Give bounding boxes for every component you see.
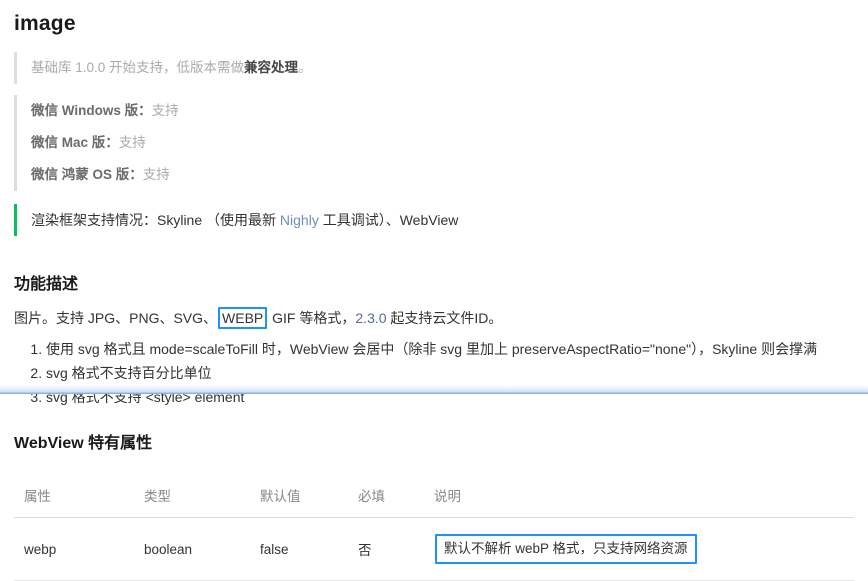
cell-attribute-name: webp [14,517,134,581]
table-header-row: 属性 类型 默认值 必填 说明 [14,479,854,518]
nightly-tool-link[interactable]: Nighly [280,212,319,228]
blockquote-windows-support: 微信 Windows 版：支持 [14,95,868,127]
base-library-compat-emphasis: 兼容处理 [244,60,299,75]
render-support-suffix: 工具调试）、WebView [318,212,459,228]
blockquote-base-library: 基础库 1.0.0 开始支持，低版本需做兼容处理。 [14,52,868,84]
blockquote-render-framework-support: 渲染框架支持情况：Skyline （使用最新 Nighly 工具调试）、WebV… [14,204,868,236]
feature-notes-list: 使用 svg 格式且 mode=scaleToFill 时，WebView 会居… [0,337,868,409]
feature-desc-before: 图片。支持 JPG、PNG、SVG、 [14,310,218,326]
section-divider-band [0,385,868,394]
cell-description: 默认不解析 webP 格式，只支持网络资源 [424,517,854,581]
cell-default-value: false [250,517,348,581]
support-notes-group: 基础库 1.0.0 开始支持，低版本需做兼容处理。 微信 Windows 版：支… [0,52,868,236]
table-row: webp boolean false 否 默认不解析 webP 格式，只支持网络… [14,517,854,581]
harmony-label: 微信 鸿蒙 OS 版： [31,167,143,182]
doc-page: image 基础库 1.0.0 开始支持，低版本需做兼容处理。 微信 Windo… [0,0,868,581]
column-header-type: 类型 [134,479,250,518]
mac-value: 支持 [118,135,146,150]
cell-attribute-type: boolean [134,517,250,581]
feature-desc-middle: GIF 等格式， [268,310,356,326]
version-230-link[interactable]: 2.3.0 [355,310,386,326]
render-support-prefix: 渲染框架支持情况：Skyline （使用最新 [31,212,280,228]
webview-attributes-table: 属性 类型 默认值 必填 说明 webp boolean false 否 默认不… [14,479,854,581]
feature-desc-after: 起支持云文件ID。 [386,310,503,326]
base-library-text-after: 。 [298,60,312,75]
harmony-value: 支持 [142,167,170,182]
section-heading-webview-attributes: WebView 特有属性 [14,435,153,452]
list-item: svg 格式不支持百分比单位 [46,361,868,385]
mac-label: 微信 Mac 版： [31,135,119,150]
column-header-description: 说明 [424,479,854,518]
column-header-attribute: 属性 [14,479,134,518]
base-library-text-before: 基础库 1.0.0 开始支持，低版本需做 [31,60,245,75]
list-item: 使用 svg 格式且 mode=scaleToFill 时，WebView 会居… [46,337,868,361]
section-heading-feature-description: 功能描述 [14,276,79,293]
search-highlight-webp: WEBP [218,307,268,329]
table-head: 属性 类型 默认值 必填 说明 [14,479,854,518]
windows-value: 支持 [151,103,179,118]
blockquote-mac-support: 微信 Mac 版：支持 [14,127,868,159]
windows-label: 微信 Windows 版： [31,103,152,118]
feature-description-paragraph: 图片。支持 JPG、PNG、SVG、 WEBP GIF 等格式，2.3.0 起支持… [0,294,868,329]
search-highlight-description: 默认不解析 webP 格式，只支持网络资源 [435,534,697,564]
table-body: webp boolean false 否 默认不解析 webP 格式，只支持网络… [14,517,854,581]
blockquote-harmony-support: 微信 鸿蒙 OS 版：支持 [14,159,868,191]
page-title: image [14,12,76,35]
attributes-table-wrapper: 属性 类型 默认值 必填 说明 webp boolean false 否 默认不… [0,479,868,581]
cell-required: 否 [348,517,424,581]
column-header-default: 默认值 [250,479,348,518]
column-header-required: 必填 [348,479,424,518]
